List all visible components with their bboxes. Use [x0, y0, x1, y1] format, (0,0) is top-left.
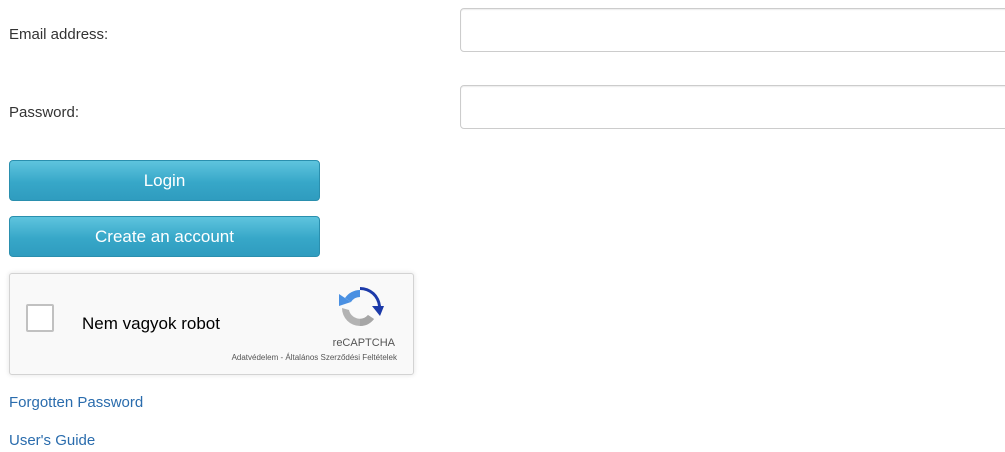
- recaptcha-terms-link[interactable]: Általános Szerződési Feltételek: [285, 353, 397, 362]
- recaptcha-checkbox-label: Nem vagyok robot: [82, 314, 220, 333]
- password-field[interactable]: [460, 85, 1005, 129]
- create-account-button[interactable]: Create an account: [9, 216, 320, 257]
- recaptcha-links: Adatvédelem - Általános Szerződési Felté…: [232, 353, 397, 362]
- recaptcha-logo-icon: [339, 286, 384, 326]
- email-field[interactable]: [460, 8, 1005, 52]
- email-label: Email address:: [9, 26, 109, 43]
- recaptcha-checkbox[interactable]: [26, 304, 54, 332]
- forgotten-password-link[interactable]: Forgotten Password: [9, 394, 143, 411]
- password-label: Password:: [9, 104, 80, 121]
- users-guide-link[interactable]: User's Guide: [9, 432, 95, 449]
- login-button[interactable]: Login: [9, 160, 320, 201]
- login-page: Email address: Password: Login Create an…: [0, 0, 1005, 452]
- recaptcha-privacy-link[interactable]: Adatvédelem: [232, 353, 279, 362]
- recaptcha-brand: reCAPTCHA: [332, 337, 395, 349]
- recaptcha-widget: Nem vagyok robot reCAPTCHA Adatvédelem -…: [9, 273, 414, 375]
